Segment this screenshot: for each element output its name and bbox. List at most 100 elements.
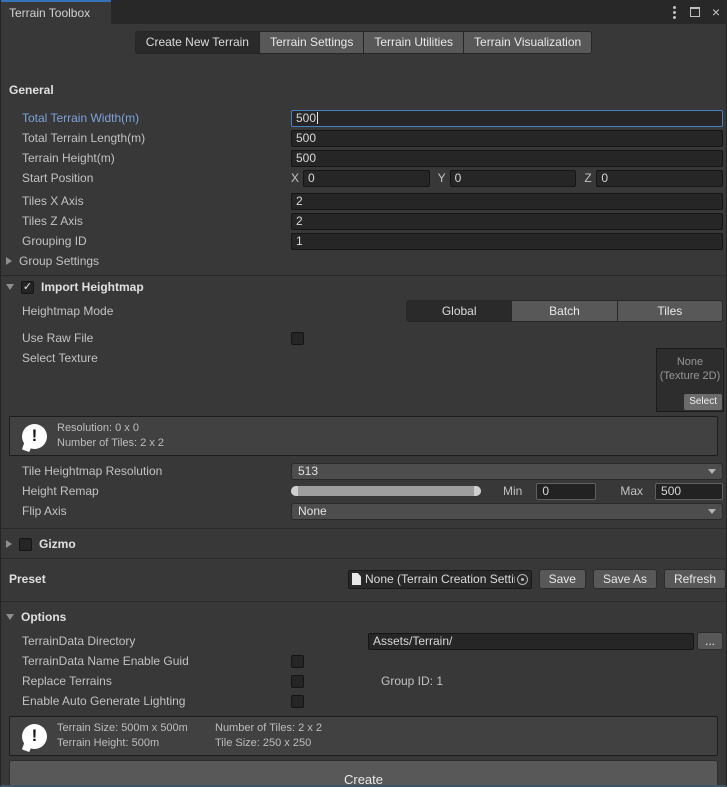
terrain-height-field[interactable] bbox=[291, 150, 723, 167]
auto-lighting-checkbox[interactable] bbox=[291, 695, 304, 708]
slider-min-handle[interactable] bbox=[291, 486, 298, 496]
use-raw-file-checkbox[interactable] bbox=[291, 332, 304, 345]
mode-tiles-button[interactable]: Tiles bbox=[618, 300, 723, 322]
tile-size-text: Tile Size: 250 x 250 bbox=[215, 736, 322, 751]
chevron-down-icon bbox=[708, 509, 716, 514]
height-remap-slider[interactable] bbox=[291, 486, 481, 496]
title-bar: Terrain Toolbox × bbox=[1, 0, 726, 24]
separator bbox=[1, 601, 726, 602]
replace-terrains-row: Replace Terrains Group ID: 1 bbox=[1, 671, 726, 691]
heightmap-info-box: ! Resolution: 0 x 0 Number of Tiles: 2 x… bbox=[9, 416, 718, 456]
preset-label: Preset bbox=[1, 572, 348, 586]
tab-terrain-settings[interactable]: Terrain Settings bbox=[260, 31, 364, 54]
terraindata-guid-label: TerrainData Name Enable Guid bbox=[1, 654, 291, 668]
foldout-arrow-icon bbox=[6, 257, 12, 265]
terrain-summary-box: ! Terrain Size: 500m x 500m Terrain Heig… bbox=[9, 716, 718, 756]
start-y-field[interactable] bbox=[450, 170, 577, 187]
resolution-info: Resolution: 0 x 0 bbox=[57, 421, 164, 436]
tiles-z-field[interactable] bbox=[291, 213, 723, 230]
start-x-label: X bbox=[291, 171, 303, 185]
flip-axis-label: Flip Axis bbox=[1, 504, 291, 518]
import-heightmap-label: Import Heightmap bbox=[41, 280, 144, 294]
terraindata-guid-checkbox[interactable] bbox=[291, 655, 304, 668]
terraindata-guid-row: TerrainData Name Enable Guid bbox=[1, 651, 726, 671]
info-icon: ! bbox=[22, 724, 47, 749]
min-field[interactable] bbox=[536, 483, 596, 500]
total-terrain-width-field[interactable]: 500 bbox=[291, 110, 723, 127]
total-terrain-length-label: Total Terrain Length(m) bbox=[1, 131, 291, 145]
slider-max-handle[interactable] bbox=[474, 486, 481, 496]
window-menu-icon[interactable] bbox=[671, 4, 678, 21]
import-heightmap-header[interactable]: ✓ Import Heightmap bbox=[1, 276, 726, 298]
grouping-id-field[interactable] bbox=[291, 233, 723, 250]
tab-terrain-utilities[interactable]: Terrain Utilities bbox=[364, 31, 464, 54]
save-button[interactable]: Save bbox=[539, 569, 586, 589]
max-label: Max bbox=[620, 484, 643, 498]
gizmo-checkbox[interactable] bbox=[19, 538, 32, 551]
terrain-toolbox-window: Terrain Toolbox × Create New Terrain Ter… bbox=[0, 0, 727, 787]
window-title: Terrain Toolbox bbox=[9, 6, 90, 20]
main-toolbar: Create New Terrain Terrain Settings Terr… bbox=[1, 24, 726, 60]
tiles-x-row: Tiles X Axis bbox=[1, 191, 726, 211]
start-x-field[interactable] bbox=[303, 170, 430, 187]
terrain-height-label: Terrain Height(m) bbox=[1, 151, 291, 165]
tiles-x-field[interactable] bbox=[291, 193, 723, 210]
heightmap-mode-row: Heightmap Mode Global Batch Tiles bbox=[1, 298, 726, 324]
texture-object-field[interactable]: None (Texture 2D) Select bbox=[656, 348, 724, 412]
start-z-field[interactable] bbox=[596, 170, 723, 187]
total-terrain-length-row: Total Terrain Length(m) bbox=[1, 128, 726, 148]
heightmap-mode-label: Heightmap Mode bbox=[1, 304, 291, 318]
terraindata-directory-row: TerrainData Directory ... bbox=[1, 631, 726, 651]
terrain-size-text: Terrain Size: 500m x 500m bbox=[57, 721, 215, 736]
tiles-x-label: Tiles X Axis bbox=[1, 194, 291, 208]
num-tiles-text: Number of Tiles: 2 x 2 bbox=[215, 721, 322, 736]
create-button[interactable]: Create bbox=[9, 760, 718, 787]
close-icon[interactable]: × bbox=[712, 5, 720, 19]
grouping-id-row: Grouping ID bbox=[1, 231, 726, 251]
tiles-z-label: Tiles Z Axis bbox=[1, 214, 291, 228]
tile-heightmap-resolution-label: Tile Heightmap Resolution bbox=[1, 464, 291, 478]
gizmo-label: Gizmo bbox=[39, 537, 76, 551]
mode-batch-button[interactable]: Batch bbox=[512, 300, 617, 322]
import-heightmap-checkbox[interactable]: ✓ bbox=[21, 281, 34, 294]
general-header: General bbox=[1, 82, 726, 98]
browse-button[interactable]: ... bbox=[697, 632, 723, 650]
info-icon: ! bbox=[22, 424, 47, 449]
replace-terrains-checkbox[interactable] bbox=[291, 675, 304, 688]
tiles-z-row: Tiles Z Axis bbox=[1, 211, 726, 231]
terrain-height-row: Terrain Height(m) bbox=[1, 148, 726, 168]
options-label: Options bbox=[21, 610, 66, 624]
flip-axis-dropdown[interactable]: None bbox=[291, 503, 723, 520]
group-settings-foldout[interactable]: Group Settings bbox=[1, 251, 726, 271]
flip-axis-row: Flip Axis None bbox=[1, 501, 726, 521]
preset-object-field[interactable]: None (Terrain Creation Settings bbox=[348, 570, 532, 589]
max-field[interactable] bbox=[655, 483, 723, 500]
tab-create-new-terrain[interactable]: Create New Terrain bbox=[135, 31, 260, 54]
min-label: Min bbox=[503, 484, 522, 498]
use-raw-file-label: Use Raw File bbox=[1, 331, 291, 345]
select-texture-row: Select Texture None (Texture 2D) Select bbox=[1, 348, 726, 414]
total-terrain-length-field[interactable] bbox=[291, 130, 723, 147]
mode-global-button[interactable]: Global bbox=[406, 300, 512, 322]
foldout-arrow-icon bbox=[6, 540, 12, 548]
text-caret bbox=[317, 112, 318, 124]
terraindata-directory-field[interactable] bbox=[368, 633, 694, 650]
refresh-button[interactable]: Refresh bbox=[664, 569, 726, 589]
texture-select-button[interactable]: Select bbox=[684, 394, 722, 410]
texture-none-line1: None bbox=[657, 355, 723, 369]
toolbox-tab-group: Create New Terrain Terrain Settings Terr… bbox=[135, 31, 592, 54]
window-tab[interactable]: Terrain Toolbox bbox=[1, 0, 111, 24]
use-raw-file-row: Use Raw File bbox=[1, 328, 726, 348]
save-as-button[interactable]: Save As bbox=[593, 569, 657, 589]
auto-lighting-label: Enable Auto Generate Lighting bbox=[1, 694, 291, 708]
tile-resolution-dropdown[interactable]: 513 bbox=[291, 463, 723, 480]
gizmo-foldout[interactable]: Gizmo bbox=[1, 534, 726, 554]
group-settings-label: Group Settings bbox=[19, 254, 99, 268]
object-picker-icon[interactable] bbox=[517, 574, 528, 585]
tab-terrain-visualization[interactable]: Terrain Visualization bbox=[464, 31, 592, 54]
file-icon bbox=[352, 573, 361, 585]
select-texture-label: Select Texture bbox=[1, 348, 291, 365]
maximize-icon[interactable] bbox=[690, 7, 700, 17]
replace-terrains-label: Replace Terrains bbox=[1, 674, 291, 688]
options-foldout[interactable]: Options bbox=[1, 607, 726, 627]
